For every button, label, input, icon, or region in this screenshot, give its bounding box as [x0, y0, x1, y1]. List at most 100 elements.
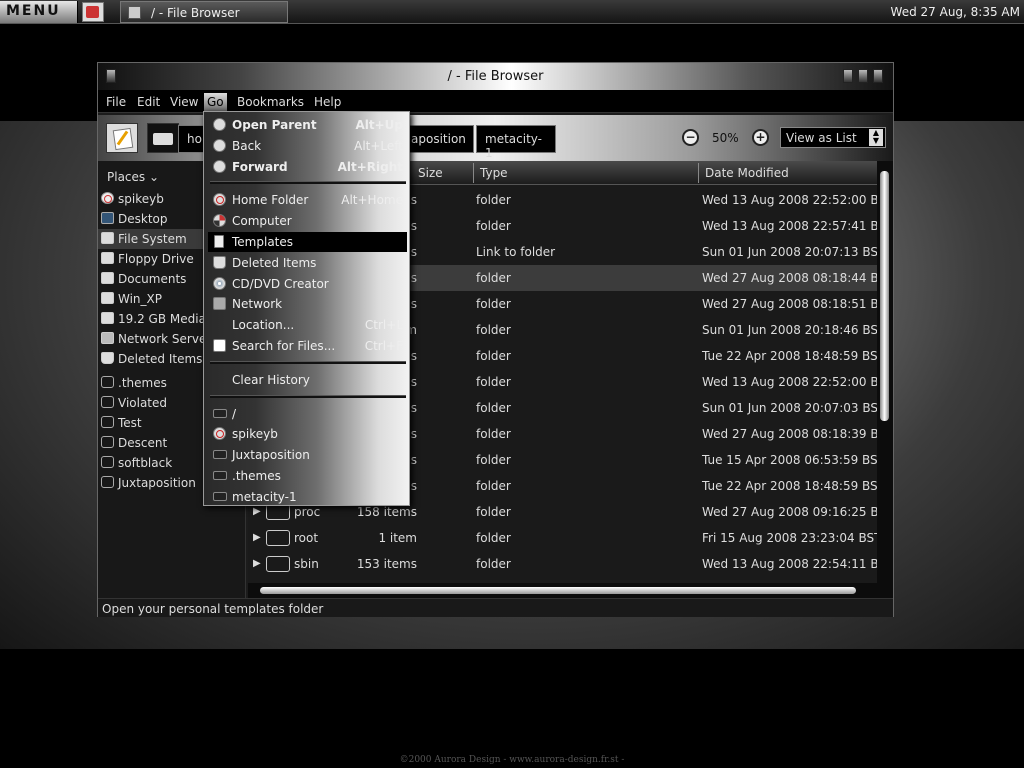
menu-item-location[interactable]: Location... Ctrl+L — [208, 315, 407, 335]
menu-item-label: Juxtaposition — [232, 448, 310, 463]
menu-file[interactable]: File — [106, 95, 126, 109]
vertical-scrollbar[interactable] — [877, 161, 893, 598]
file-name: root — [294, 531, 319, 545]
minimize-button[interactable] — [843, 69, 853, 83]
menu-item-deleted-items[interactable]: Deleted Items — [208, 253, 407, 273]
column-header-size[interactable]: Size — [418, 166, 443, 180]
menu-help[interactable]: Help — [314, 95, 341, 109]
menu-item-network[interactable]: Network — [208, 294, 407, 314]
close-button[interactable] — [873, 69, 883, 83]
menu-item-spikeyb[interactable]: spikeyb — [208, 424, 407, 444]
notes-icon[interactable] — [106, 123, 138, 153]
menu-item-open-parent[interactable]: Open Parent Alt+Up — [208, 115, 407, 135]
menu-item-accelerator: Ctrl+L — [364, 318, 403, 333]
path-button-juxtaposition[interactable]: aposition — [402, 125, 474, 153]
folder-icon — [101, 376, 114, 388]
computer-icon — [213, 214, 226, 228]
menu-item-label: Clear History — [232, 372, 310, 387]
menu-item-metacity-1[interactable]: metacity-1 — [208, 487, 407, 507]
folder-icon — [101, 436, 114, 448]
zoom-out-icon[interactable]: − — [682, 129, 699, 146]
menu-item-label: Computer — [232, 214, 292, 229]
file-date: Tue 22 Apr 2008 18:48:59 BST — [702, 349, 877, 363]
title-bar[interactable]: / - File Browser — [98, 63, 893, 91]
open-parent-icon — [213, 118, 226, 131]
file-date: Wed 13 Aug 2008 22:54:11 BST — [702, 557, 877, 571]
file-date: Sun 01 Jun 2008 20:18:46 BST — [702, 323, 877, 337]
forward-icon — [213, 159, 226, 173]
file-type: folder — [476, 479, 511, 493]
folder-icon — [101, 476, 114, 488]
column-header-type[interactable]: Type — [480, 166, 508, 180]
menu-item-label: spikeyb — [232, 427, 278, 442]
folder-icon — [213, 471, 227, 480]
file-date: Tue 22 Apr 2008 18:48:59 BST — [702, 479, 877, 493]
status-bar: Open your personal templates folder — [98, 598, 893, 617]
file-size: 153 items — [356, 557, 417, 571]
horizontal-scrollbar[interactable] — [248, 583, 877, 598]
horizontal-scroll-thumb[interactable] — [260, 587, 856, 594]
drive-icon — [101, 312, 114, 324]
menu-item-back[interactable]: Back Alt+Left — [208, 136, 407, 156]
home-icon — [213, 193, 226, 207]
vertical-scroll-thumb[interactable] — [880, 171, 889, 421]
zoom-level: 50% — [712, 131, 739, 145]
menu-item-label: Forward — [232, 159, 288, 174]
file-type: folder — [476, 349, 511, 363]
desktop-icon — [101, 212, 114, 224]
drive-icon — [101, 272, 114, 284]
expander-arrow-icon[interactable]: ▶ — [253, 532, 261, 543]
wallpaper-credit: ©2000 Aurora Design - www.aurora-design.… — [399, 755, 625, 765]
clock[interactable]: Wed 27 Aug, 8:35 AM — [891, 5, 1020, 19]
menu-item-templates[interactable]: Templates — [208, 232, 407, 252]
file-type: folder — [476, 453, 511, 467]
main-menu-button[interactable]: MENU — [0, 1, 78, 23]
window-title: / - File Browser — [447, 69, 544, 84]
file-date: Wed 13 Aug 2008 22:57:41 BST — [702, 219, 877, 233]
menu-item-computer[interactable]: Computer — [208, 211, 407, 231]
file-date: Fri 15 Aug 2008 23:23:04 BST — [702, 531, 877, 545]
file-type: folder — [476, 219, 511, 233]
file-type: Link to folder — [476, 245, 556, 259]
menu-view[interactable]: View — [170, 95, 198, 109]
file-type: folder — [476, 401, 511, 415]
file-type: folder — [476, 297, 511, 311]
maximize-button[interactable] — [858, 69, 868, 83]
menu-item-label: Back — [232, 138, 262, 153]
menu-item-clear-history[interactable]: Clear History — [208, 370, 407, 390]
expander-arrow-icon[interactable]: ▶ — [253, 506, 261, 517]
file-date: Wed 13 Aug 2008 22:52:00 BST — [702, 375, 877, 389]
table-row[interactable]: ▶ root 1 item folder Fri 15 Aug 2008 23:23:0… — [248, 525, 877, 551]
menu-go[interactable]: Go — [204, 93, 227, 112]
zoom-in-icon[interactable]: + — [752, 129, 769, 146]
file-type: folder — [476, 323, 511, 337]
menu-item-home-folder[interactable]: Home Folder Alt+Home — [208, 190, 407, 210]
menu-item-themes[interactable]: .themes — [208, 466, 407, 486]
menu-item-label: Open Parent — [232, 118, 317, 132]
folder-icon — [101, 456, 114, 468]
table-row[interactable]: ▶ sbin 153 items folder Wed 13 Aug 2008 22:5… — [248, 551, 877, 577]
location-toggle-icon[interactable] — [147, 123, 179, 153]
menu-item-root[interactable]: / — [208, 404, 407, 424]
menu-edit[interactable]: Edit — [137, 95, 160, 109]
menu-item-juxtaposition[interactable]: Juxtaposition — [208, 445, 407, 465]
file-size: 158 items — [356, 505, 417, 519]
menu-item-cd-dvd-creator[interactable]: CD/DVD Creator — [208, 274, 407, 294]
file-type: folder — [476, 271, 511, 285]
menu-item-forward[interactable]: Forward Alt+Right — [208, 157, 407, 177]
taskbar-button[interactable]: / - File Browser — [120, 1, 288, 23]
go-menu-dropdown: Open Parent Alt+Up Back Alt+Left Forward Alt+… — [203, 111, 410, 506]
launcher-icon[interactable] — [82, 2, 104, 22]
path-button-metacity[interactable]: metacity-1 — [476, 125, 556, 160]
view-as-value: View as List — [786, 131, 857, 145]
menu-item-search-for-files[interactable]: Search for Files... Ctrl+F — [208, 336, 407, 356]
home-icon — [101, 192, 114, 204]
view-as-select[interactable]: View as List ▲ ▼ — [780, 127, 886, 148]
cd-icon — [213, 276, 226, 290]
menu-separator — [210, 181, 406, 185]
drive-icon — [101, 252, 114, 264]
expander-arrow-icon[interactable]: ▶ — [253, 558, 261, 569]
menu-bookmarks[interactable]: Bookmarks — [237, 95, 304, 109]
file-browser-icon — [128, 6, 141, 19]
column-header-date[interactable]: Date Modified — [705, 166, 789, 180]
